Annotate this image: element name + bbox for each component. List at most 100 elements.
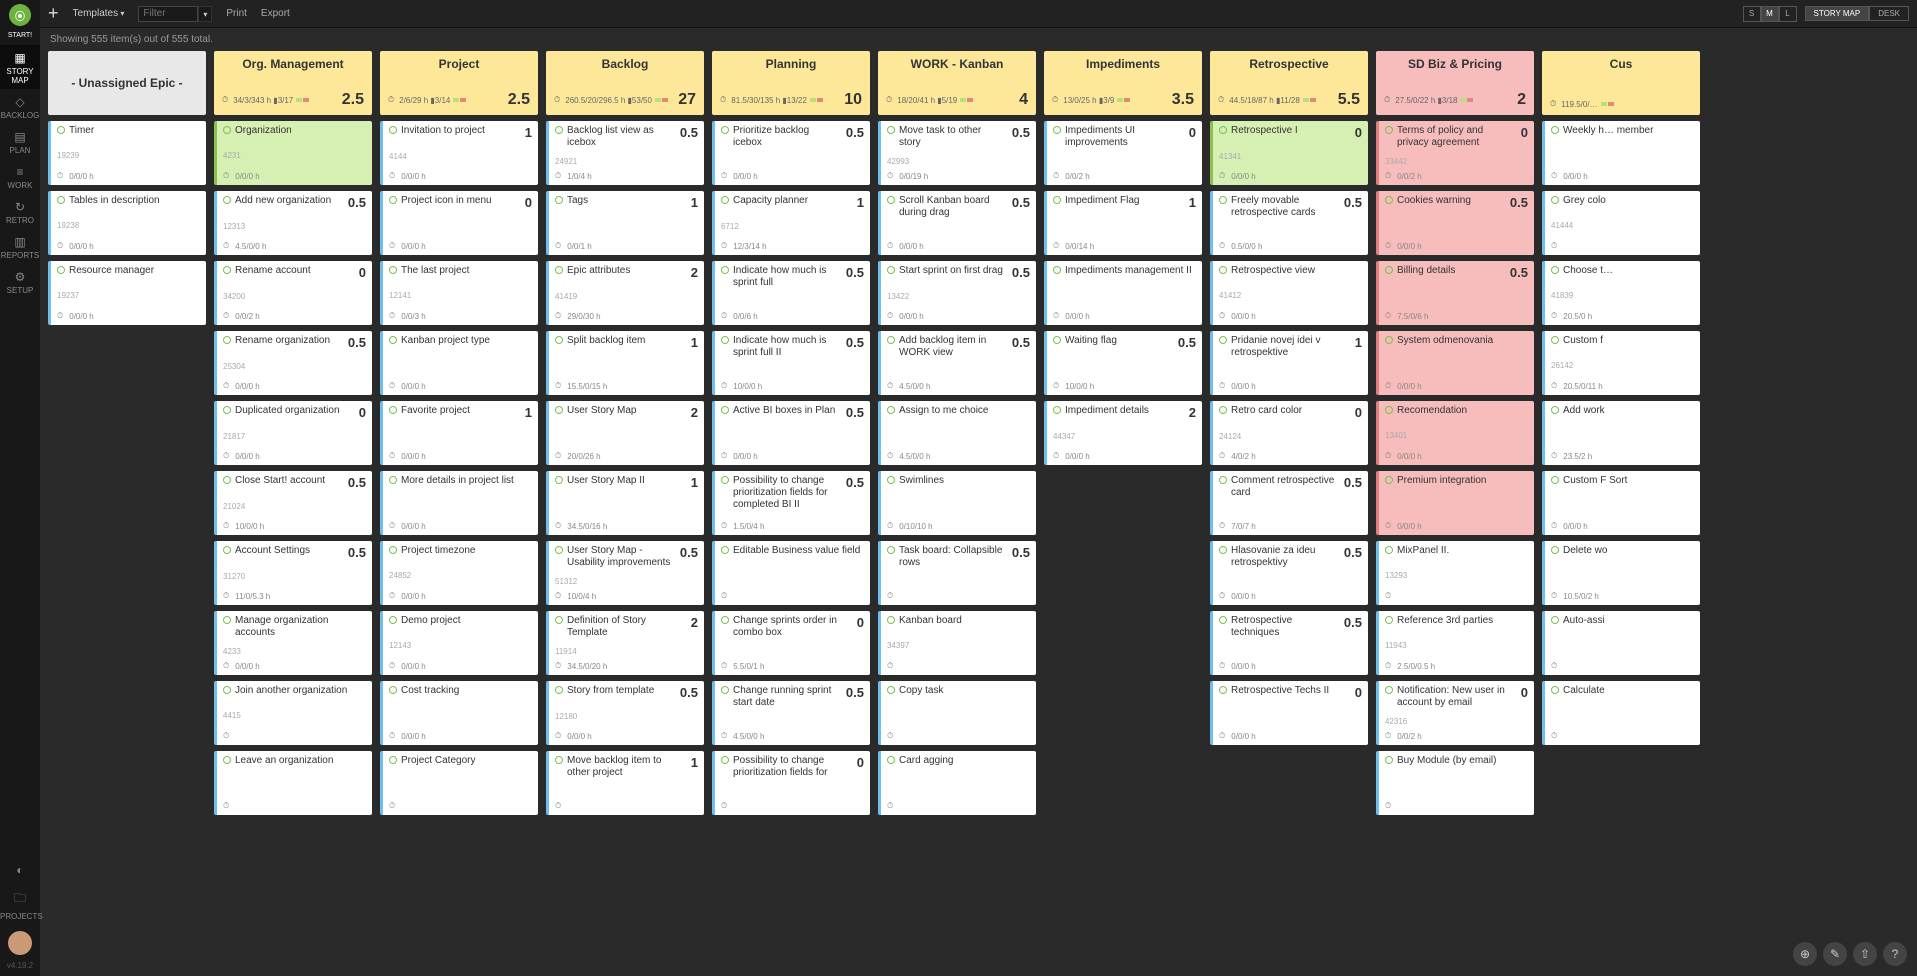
story-card[interactable]: Add new organization0.5123134.5/0/0 h (214, 191, 372, 255)
rail-item-reports[interactable]: ▥REPORTS (0, 229, 40, 264)
story-card[interactable]: Leave an organization (214, 751, 372, 815)
story-card[interactable]: Invitation to project141440/0/0 h (380, 121, 538, 185)
story-card[interactable]: Impediment details2443470/0/0 h (1044, 401, 1202, 465)
story-card[interactable]: Weekly h… member0/0/0 h (1542, 121, 1700, 185)
rail-item-work[interactable]: ≡WORK (0, 159, 40, 194)
story-card[interactable]: Favorite project10/0/0 h (380, 401, 538, 465)
story-card[interactable]: Freely movable retrospective cards0.50.5… (1210, 191, 1368, 255)
story-card[interactable]: Add work23.5/2 h (1542, 401, 1700, 465)
fab-help[interactable]: ? (1883, 942, 1907, 966)
fab-3[interactable]: ⇧ (1853, 942, 1877, 966)
story-card[interactable]: Prioritize backlog icebox0.50/0/0 h (712, 121, 870, 185)
story-card[interactable]: Move task to other story0.5429930/0/19 h (878, 121, 1036, 185)
user-avatar[interactable] (8, 931, 32, 955)
story-card[interactable]: Swimlines0/10/10 h (878, 471, 1036, 535)
story-card[interactable]: Manage organization accounts42330/0/0 h (214, 611, 372, 675)
fab-1[interactable]: ⊕ (1793, 942, 1817, 966)
story-card[interactable]: Project icon in menu00/0/0 h (380, 191, 538, 255)
story-card[interactable]: Retrospective view414120/0/0 h (1210, 261, 1368, 325)
story-card[interactable]: Move backlog item to other project1 (546, 751, 704, 815)
story-card[interactable]: Impediments management II0/0/0 h (1044, 261, 1202, 325)
story-card[interactable]: Capacity planner1671212/3/14 h (712, 191, 870, 255)
story-card[interactable]: Comment retrospective card0.57/0/7 h (1210, 471, 1368, 535)
story-card[interactable]: User Story Map - Usability improvements0… (546, 541, 704, 605)
column-header[interactable]: Org. Management34/3/343 h ▮3/17 2.5 (214, 51, 372, 115)
story-card[interactable]: More details in project list0/0/0 h (380, 471, 538, 535)
story-card[interactable]: Cost tracking0/0/0 h (380, 681, 538, 745)
filter-input[interactable] (138, 6, 198, 22)
story-card[interactable]: Duplicated organization0218170/0/0 h (214, 401, 372, 465)
story-card[interactable]: Editable Business value field (712, 541, 870, 605)
rail-item-backlog[interactable]: ◇BACKLOG (0, 89, 40, 124)
story-card[interactable]: Demo project121430/0/0 h (380, 611, 538, 675)
story-card[interactable]: Buy Module (by email) (1376, 751, 1534, 815)
story-card[interactable]: Rename organization0.5253040/0/0 h (214, 331, 372, 395)
story-card[interactable]: User Story Map II134.5/0/16 h (546, 471, 704, 535)
story-card[interactable]: Terms of policy and privacy agreement033… (1376, 121, 1534, 185)
story-card[interactable]: Retro card color0241244/0/2 h (1210, 401, 1368, 465)
export-button[interactable]: Export (261, 8, 290, 19)
story-card[interactable]: Kanban board34397 (878, 611, 1036, 675)
rail-item-setup[interactable]: ⚙SETUP (0, 264, 40, 299)
story-card[interactable]: Kanban project type0/0/0 h (380, 331, 538, 395)
fab-2[interactable]: ✎ (1823, 942, 1847, 966)
templates-dropdown[interactable]: Templates (73, 8, 125, 19)
story-card[interactable]: Account Settings0.53127011/0/5.3 h (214, 541, 372, 605)
story-card[interactable]: System odmenovania0/0/0 h (1376, 331, 1534, 395)
story-card[interactable]: Pridanie novej idei v retrospektive10/0/… (1210, 331, 1368, 395)
story-card[interactable]: Assign to me choice4.5/0/0 h (878, 401, 1036, 465)
story-card[interactable]: Card agging (878, 751, 1036, 815)
app-logo[interactable]: ⦿ (0, 0, 40, 30)
story-card[interactable]: Indicate how much is sprint full0.50/0/6… (712, 261, 870, 325)
story-card[interactable]: Timer192390/0/0 h (48, 121, 206, 185)
column-header[interactable]: WORK - Kanban18/20/41 h ▮5/19 4 (878, 51, 1036, 115)
story-card[interactable]: Custom f2614220.5/0/11 h (1542, 331, 1700, 395)
story-card[interactable]: Auto-assi (1542, 611, 1700, 675)
story-card[interactable]: Split backlog item115.5/0/15 h (546, 331, 704, 395)
story-card[interactable]: Active BI boxes in Plan0.50/0/0 h (712, 401, 870, 465)
story-card[interactable]: Custom F Sort0/0/0 h (1542, 471, 1700, 535)
column-header[interactable]: Impediments13/0/25 h ▮3/9 3.5 (1044, 51, 1202, 115)
story-card[interactable]: Tables in description192380/0/0 h (48, 191, 206, 255)
story-card[interactable]: Change sprints order in combo box05.5/0/… (712, 611, 870, 675)
story-card[interactable]: Hlasovanie za ideu retrospektivy0.50/0/0… (1210, 541, 1368, 605)
story-card[interactable]: Grey colo41444 (1542, 191, 1700, 255)
story-card[interactable]: Cookies warning0.50/0/0 h (1376, 191, 1534, 255)
story-card[interactable]: Billing details0.57.5/0/6 h (1376, 261, 1534, 325)
story-card[interactable]: Calculate (1542, 681, 1700, 745)
story-card[interactable]: Close Start! account0.52102410/0/0 h (214, 471, 372, 535)
collapse-rail[interactable]: ◐ (0, 857, 40, 883)
story-card[interactable]: Indicate how much is sprint full II0.510… (712, 331, 870, 395)
story-card[interactable]: Rename account0342000/0/2 h (214, 261, 372, 325)
story-card[interactable]: Add backlog item in WORK view0.54.5/0/0 … (878, 331, 1036, 395)
story-card[interactable]: Copy task (878, 681, 1036, 745)
story-card[interactable]: Retrospective Techs II00/0/0 h (1210, 681, 1368, 745)
rail-item-story-map[interactable]: ▦STORY MAP (0, 45, 40, 89)
projects-button[interactable]: 🗀 PROJECTS (0, 883, 40, 925)
column-header[interactable]: SD Biz & Pricing27.5/0/22 h ▮3/18 2 (1376, 51, 1534, 115)
story-card[interactable]: Task board: Collapsible rows0.5 (878, 541, 1036, 605)
story-card[interactable]: Backlog list view as icebox0.5249211/0/4… (546, 121, 704, 185)
story-card[interactable]: Organization42310/0/0 h (214, 121, 372, 185)
story-card[interactable]: Possibility to change prioritization fie… (712, 751, 870, 815)
column-header[interactable]: Project2/6/29 h ▮3/14 2.5 (380, 51, 538, 115)
story-card[interactable]: Waiting flag0.510/0/0 h (1044, 331, 1202, 395)
story-card[interactable]: Choose t…4183920.5/0 h (1542, 261, 1700, 325)
story-card[interactable]: Premium integration0/0/0 h (1376, 471, 1534, 535)
story-card[interactable]: Retrospective techniques0.50/0/0 h (1210, 611, 1368, 675)
story-card[interactable]: Join another organization4415 (214, 681, 372, 745)
size-s[interactable]: S (1743, 6, 1761, 22)
column-header[interactable]: - Unassigned Epic - (48, 51, 206, 115)
story-card[interactable]: Delete wo10.5/0/2 h (1542, 541, 1700, 605)
column-header[interactable]: Backlog260.5/20/296.5 h ▮53/50 27 (546, 51, 704, 115)
story-card[interactable]: Impediments UI improvements00/0/2 h (1044, 121, 1202, 185)
column-header[interactable]: Cus119.5/0/… (1542, 51, 1700, 115)
story-card[interactable]: Possibility to change prioritization fie… (712, 471, 870, 535)
story-card[interactable]: Story from template0.5121800/0/0 h (546, 681, 704, 745)
story-card[interactable]: Scroll Kanban board during drag0.50/0/0 … (878, 191, 1036, 255)
story-card[interactable]: Retrospective I0413410/0/0 h (1210, 121, 1368, 185)
story-card[interactable]: Tags10/0/1 h (546, 191, 704, 255)
story-card[interactable]: User Story Map220/0/26 h (546, 401, 704, 465)
story-card[interactable]: Project Category (380, 751, 538, 815)
size-m[interactable]: M (1761, 6, 1779, 22)
